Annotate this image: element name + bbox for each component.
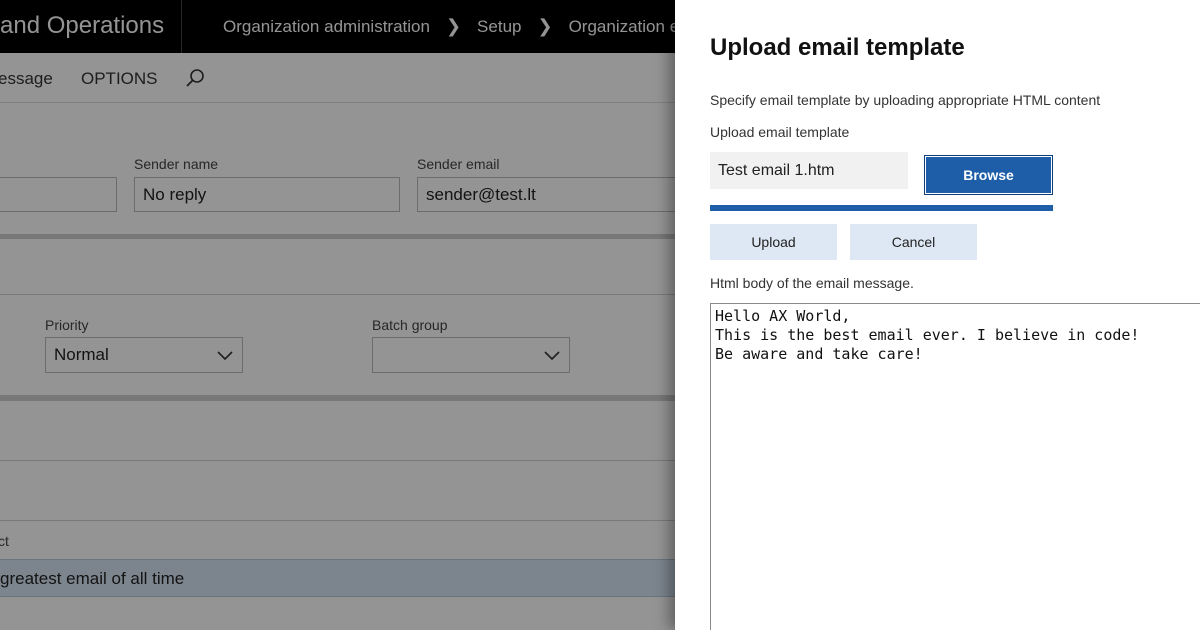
panel-title: Upload email template [710,34,965,61]
upload-template-label: Upload email template [710,124,850,140]
html-body-label: Html body of the email message. [710,275,914,291]
body-line: Be aware and take care! [715,345,923,363]
html-body-textarea[interactable]: Hello AX World, This is the best email e… [710,303,1200,630]
body-line: Hello AX World, [715,307,851,325]
browse-button[interactable]: Browse [924,155,1053,195]
file-name-field[interactable]: Test email 1.htm [710,152,908,189]
upload-button[interactable]: Upload [710,224,837,260]
panel-description: Specify email template by uploading appr… [710,92,1101,108]
body-line: This is the best email ever. I believe i… [715,326,1140,344]
upload-email-template-panel: Upload email template Specify email temp… [675,0,1200,630]
upload-progress-bar [710,205,1053,211]
cancel-button[interactable]: Cancel [850,224,977,260]
